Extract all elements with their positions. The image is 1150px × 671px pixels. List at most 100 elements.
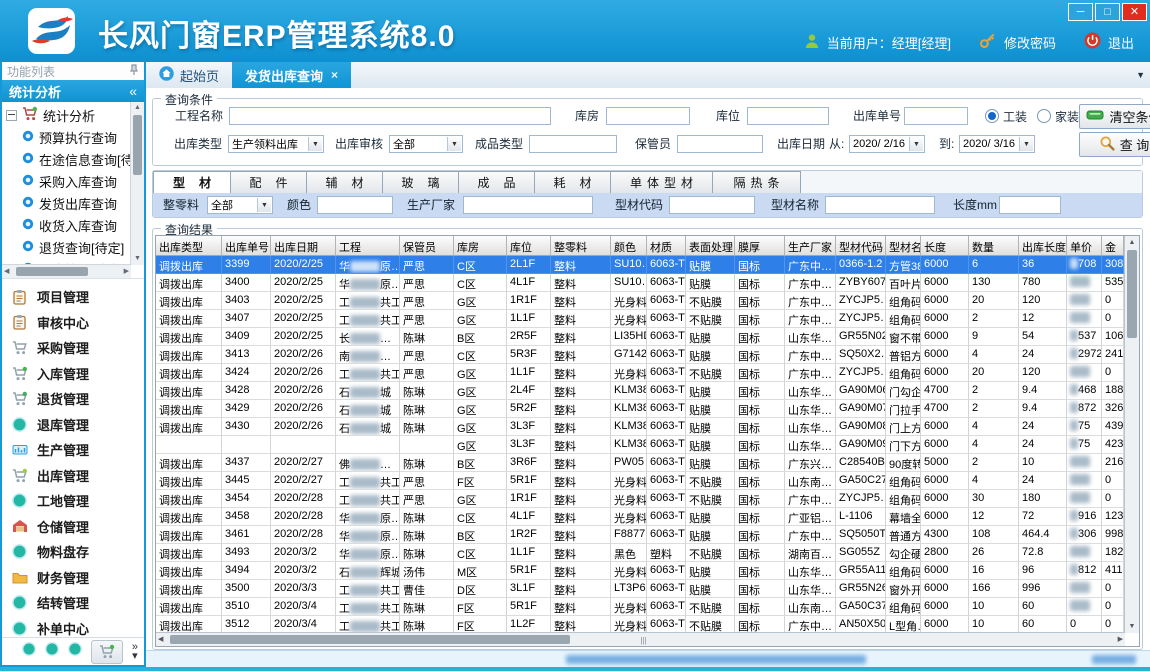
cell[interactable]: 2: [969, 454, 1019, 472]
cell[interactable]: 439: [1102, 418, 1124, 436]
column-header[interactable]: 生产厂家: [785, 236, 836, 256]
column-header[interactable]: 库位: [507, 236, 551, 256]
cell[interactable]: 调拨出库: [156, 256, 222, 274]
cell[interactable]: 门拉手…: [886, 400, 921, 418]
cell[interactable]: 3461: [222, 526, 271, 544]
cell[interactable]: 2L1F: [507, 256, 551, 274]
cell[interactable]: [1067, 472, 1102, 490]
cell[interactable]: 调拨出库: [156, 562, 222, 580]
tree-item[interactable]: 采购入库查询: [2, 170, 131, 192]
cell[interactable]: 6063-T5: [647, 598, 686, 616]
cell[interactable]: 3494: [222, 562, 271, 580]
product-type-input[interactable]: [529, 135, 617, 153]
cell[interactable]: 5R2F: [507, 400, 551, 418]
cell[interactable]: 湖南百…: [785, 544, 836, 562]
sidebar-menu-item[interactable]: 结转管理: [2, 590, 144, 616]
cell[interactable]: GA50C27: [836, 472, 886, 490]
circle-icon[interactable]: [68, 642, 82, 661]
cell[interactable]: 不贴膜: [686, 472, 735, 490]
cell[interactable]: 华原…: [336, 526, 400, 544]
cell[interactable]: 贴膜: [686, 328, 735, 346]
audit-select[interactable]: 全部▼: [389, 135, 463, 153]
table-row[interactable]: 调拨出库34302020/2/26石城陈琳G区3L3F整料KLM38176063…: [156, 418, 1139, 436]
sidebar-menu-item[interactable]: 仓储管理: [2, 514, 144, 540]
cell[interactable]: 组角码…: [886, 292, 921, 310]
cell[interactable]: [1067, 364, 1102, 382]
logout-link[interactable]: 退出: [1108, 33, 1134, 52]
cell[interactable]: 6063-T5: [647, 526, 686, 544]
radio-home[interactable]: 家装: [1037, 107, 1079, 125]
cell[interactable]: 1R1F: [507, 292, 551, 310]
cell[interactable]: 山东南…: [785, 472, 836, 490]
cell[interactable]: 山东华…: [785, 436, 836, 454]
cell[interactable]: ZYCJP5…: [836, 490, 886, 508]
out-type-select[interactable]: 生产领料出库▼: [228, 135, 324, 153]
sidebar-menu-item[interactable]: 工地管理: [2, 488, 144, 514]
cell[interactable]: 4700: [921, 400, 969, 418]
cell[interactable]: 188: [1102, 382, 1124, 400]
cell[interactable]: 423: [1102, 436, 1124, 454]
cell[interactable]: 组角码…: [886, 490, 921, 508]
cell[interactable]: [271, 436, 336, 454]
cell[interactable]: 4: [969, 346, 1019, 364]
cell[interactable]: 108: [969, 526, 1019, 544]
cell[interactable]: 曹佳: [400, 580, 454, 598]
cell[interactable]: GR55N02: [836, 328, 886, 346]
cell[interactable]: 山东南…: [785, 598, 836, 616]
cell[interactable]: 6063-T5: [647, 274, 686, 292]
cell[interactable]: LT3P60: [611, 580, 647, 598]
cell[interactable]: 9.4: [1019, 382, 1067, 400]
cell[interactable]: 2020/2/28: [271, 508, 336, 526]
cell[interactable]: [1067, 580, 1102, 598]
cell[interactable]: 2020/2/26: [271, 382, 336, 400]
material-tab[interactable]: 单体型材: [611, 171, 713, 193]
cell[interactable]: 整料: [551, 562, 611, 580]
cell[interactable]: 2020/3/2: [271, 562, 336, 580]
cell[interactable]: 3399: [222, 256, 271, 274]
cell[interactable]: M区: [454, 562, 507, 580]
cart-shortcut-button[interactable]: [91, 640, 123, 664]
cell[interactable]: 广东中…: [785, 292, 836, 310]
cell[interactable]: 整料: [551, 580, 611, 598]
cell[interactable]: ZYCJP5…: [836, 292, 886, 310]
cell[interactable]: GR55A11: [836, 562, 886, 580]
cell[interactable]: 9: [969, 328, 1019, 346]
column-header[interactable]: 整零料: [551, 236, 611, 256]
cell[interactable]: 24: [1019, 418, 1067, 436]
cell[interactable]: 106: [1102, 328, 1124, 346]
cell[interactable]: 1L1F: [507, 310, 551, 328]
cell[interactable]: 光身料: [611, 292, 647, 310]
cell[interactable]: SU10…: [611, 274, 647, 292]
cell[interactable]: 陈琳: [400, 508, 454, 526]
cell[interactable]: F区: [454, 472, 507, 490]
cell[interactable]: 贴膜: [686, 346, 735, 364]
cell[interactable]: 光身料: [611, 598, 647, 616]
cell[interactable]: G区: [454, 310, 507, 328]
material-tab[interactable]: 耗材: [535, 171, 611, 193]
cell[interactable]: PW05: [611, 454, 647, 472]
cell[interactable]: 组角码…: [886, 364, 921, 382]
circle-icon[interactable]: [22, 642, 36, 661]
column-header[interactable]: 出库日期: [271, 236, 336, 256]
cell[interactable]: 国标: [735, 310, 785, 328]
cell[interactable]: 3400: [222, 274, 271, 292]
cell[interactable]: 陈琳: [400, 454, 454, 472]
cell[interactable]: 998: [1102, 526, 1124, 544]
cell[interactable]: 严思: [400, 490, 454, 508]
cell[interactable]: 国标: [735, 364, 785, 382]
cell[interactable]: 2: [969, 310, 1019, 328]
cell[interactable]: 国标: [735, 580, 785, 598]
table-row[interactable]: 调拨出库34282020/2/26石城陈琳G区2L4F整料KLM38176063…: [156, 382, 1139, 400]
cell[interactable]: [222, 436, 271, 454]
cell[interactable]: 整料: [551, 400, 611, 418]
cell[interactable]: G区: [454, 364, 507, 382]
cell[interactable]: 5R1F: [507, 562, 551, 580]
cell[interactable]: 6000: [921, 580, 969, 598]
cell[interactable]: 535: [1102, 274, 1124, 292]
cell[interactable]: G区: [454, 418, 507, 436]
cell[interactable]: 石城: [336, 400, 400, 418]
cell[interactable]: 24: [1019, 436, 1067, 454]
cell[interactable]: 组角码…: [886, 310, 921, 328]
cell[interactable]: 3454: [222, 490, 271, 508]
cell[interactable]: 光身料: [611, 562, 647, 580]
